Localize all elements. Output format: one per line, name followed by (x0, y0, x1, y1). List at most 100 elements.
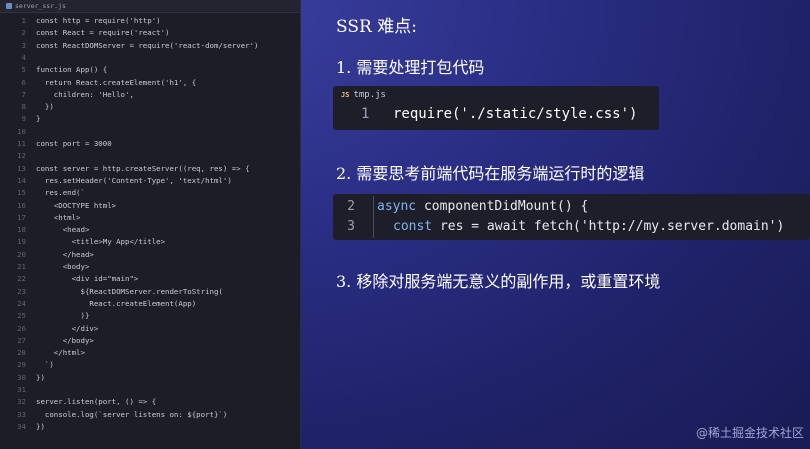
keyword-async: async (377, 199, 417, 214)
code-line: 10 (0, 127, 300, 137)
code-line: 21 <body> (0, 262, 300, 272)
line-number: 22 (17, 274, 26, 284)
line-number: 14 (17, 175, 26, 185)
line-number: 27 (17, 335, 26, 345)
line-number: 30 (17, 372, 26, 382)
code-text: <html> (36, 212, 81, 222)
editor-tab-label: server_ssr.js (15, 2, 66, 10)
code-line: 28 </html> (0, 348, 300, 358)
code-text: </html> (36, 348, 85, 358)
snippet-filename: JS tmp.js (341, 90, 386, 100)
line-number: 11 (17, 139, 26, 148)
code-line: 19 <title>My App</title> (0, 237, 300, 247)
code-text: }) (36, 421, 45, 431)
line-number: 33 (17, 409, 26, 419)
code-line: 24 React.createElement(App) (0, 299, 300, 309)
code-text: <head> (36, 225, 90, 235)
code-snippet-tmp-js: JS tmp.js 1 require('./static/style.css') (333, 86, 659, 130)
code-snippet-component-did-mount: 2 async componentDidMount() { 3 const res … (333, 194, 810, 240)
line-number: 2 (347, 199, 355, 214)
code-line: 30}) (0, 373, 300, 383)
code-text: const port = 3000 (36, 139, 112, 148)
snippet2-line-1: 2 async componentDidMount() { (333, 197, 588, 217)
line-number: 3 (21, 40, 26, 50)
snippet-filename-label: tmp.js (353, 90, 386, 100)
line-number: 26 (17, 323, 26, 333)
code-text: <DOCTYPE html> (36, 200, 117, 210)
code-text: const ReactDOMServer = require('react-do… (36, 40, 259, 50)
code-text: )} (36, 311, 90, 321)
code-text: } (36, 114, 41, 124)
line-number: 34 (17, 421, 26, 431)
code-line: 26 </div> (0, 324, 300, 334)
code-text: ${ReactDOMServer.renderToString( (36, 286, 223, 296)
line-number: 28 (17, 348, 26, 358)
code-text: componentDidMount() { (416, 199, 589, 214)
code-line: 1 const http = require('http') (0, 16, 300, 26)
code-line: 29 `) (0, 360, 300, 370)
code-text: <body> (36, 262, 90, 271)
line-number: 23 (17, 286, 26, 296)
code-line: 23 ${ReactDOMServer.renderToString( (0, 287, 300, 297)
snippet2-line-2: 3 const res = await fetch('http://my.serv… (333, 217, 784, 237)
code-line: 2 const React = require('react') (0, 28, 300, 38)
code-text: const React = require('react') (36, 28, 170, 38)
line-number: 3 (347, 219, 355, 234)
editor-tab[interactable]: server_ssr.js (0, 0, 300, 13)
code-text: console.log(`server listens on: ${port}`… (36, 409, 228, 419)
code-line: 22 <div id="main"> (0, 274, 300, 284)
code-line: 32 server.listen(port, () => { (0, 397, 300, 407)
code-text: server.listen(port, () => { (36, 397, 157, 407)
code-text: return React.createElement('h1', { (36, 77, 197, 87)
line-number: 20 (17, 249, 26, 259)
line-number: 17 (17, 212, 26, 222)
slide-heading: SSR 难点: (336, 17, 417, 37)
js-file-icon (6, 3, 12, 9)
code-line: 27 </body> (0, 336, 300, 346)
code-line: 6 return React.createElement('h1', { (0, 78, 300, 88)
line-number: 6 (21, 77, 26, 87)
line-number: 7 (21, 89, 26, 99)
code-text: res = await fetch('http://my.server.doma… (432, 219, 785, 234)
code-line: 12 (0, 151, 300, 161)
code-line: 9} (0, 114, 300, 124)
code-line: 16 <DOCTYPE html> (0, 201, 300, 211)
code-text: </div> (36, 323, 99, 333)
line-number: 12 (17, 151, 26, 161)
line-number: 2 (21, 28, 26, 38)
line-number: 13 (17, 163, 26, 173)
code-text: <title>My App</title> (36, 237, 166, 247)
code-line: 34}) (0, 422, 300, 432)
code-line: 17 <html> (0, 213, 300, 223)
code-text: res.setHeader('Content-Type', 'text/html… (36, 175, 232, 185)
code-line: 15 res.end(` (0, 188, 300, 198)
code-line: 3 const ReactDOMServer = require('react-d… (0, 41, 300, 51)
point-1: 1. 需要处理打包代码 (336, 58, 485, 77)
line-number: 25 (17, 311, 26, 321)
line-number: 16 (17, 200, 26, 210)
line-number: 32 (17, 397, 26, 407)
line-number: 31 (17, 385, 26, 394)
line-number: 21 (17, 262, 26, 271)
snippet-line-number: 1 (361, 106, 370, 122)
js-badge-icon: JS (341, 91, 350, 99)
snippet-code-line: require('./static/style.css') (393, 106, 638, 122)
code-line: 8 }) (0, 102, 300, 112)
code-editor-panel: server_ssr.js 1 const http = require('htt… (0, 0, 301, 449)
line-number: 10 (17, 126, 26, 136)
line-number: 1 (21, 16, 26, 25)
code-line: 33 console.log(`server listens on: ${por… (0, 410, 300, 420)
code-line: 14 res.setHeader('Content-Type', 'text/h… (0, 176, 300, 186)
code-line: 7 children: 'Hello', (0, 90, 300, 100)
line-number: 15 (17, 188, 26, 198)
code-text: children: 'Hello', (36, 89, 134, 99)
line-number: 8 (21, 102, 26, 112)
line-number: 19 (17, 237, 26, 247)
code-text: <div id="main"> (36, 274, 139, 284)
line-number: 9 (21, 114, 26, 124)
watermark: @稀土掘金技术社区 (695, 426, 804, 440)
code-line: 5 function App() { (0, 65, 300, 75)
code-line: 18 <head> (0, 225, 300, 235)
line-number: 18 (17, 225, 26, 235)
code-text: res.end(` (36, 188, 85, 198)
